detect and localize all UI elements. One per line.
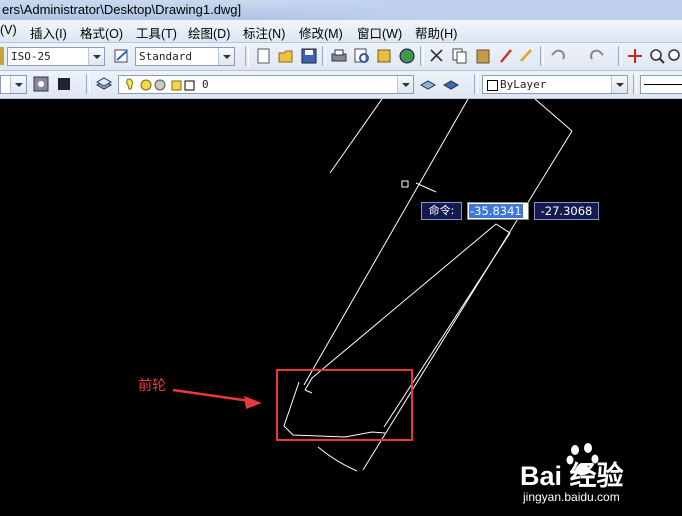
- highlight-box: [276, 369, 413, 441]
- text-style-icon[interactable]: [113, 47, 131, 65]
- drawing-line: [362, 130, 573, 471]
- chevron-down-icon[interactable]: [611, 76, 627, 93]
- separator: [474, 74, 478, 94]
- y-coordinate-input[interactable]: -27.3068: [534, 202, 599, 220]
- separator: [322, 46, 326, 66]
- redo-icon[interactable]: [588, 47, 606, 65]
- baidu-watermark: Bai 经验 jingyan.baidu.com: [520, 442, 680, 512]
- drawing-line: [304, 389, 313, 394]
- command-prompt-label: 命令:: [421, 202, 462, 220]
- open-folder-icon[interactable]: [277, 47, 295, 65]
- dim-style-value: ISO-25: [11, 50, 51, 63]
- block-editor-icon[interactable]: [518, 47, 536, 65]
- linetype-combo[interactable]: [640, 75, 682, 94]
- layers-toolbar: 0 ByLayer: [0, 71, 682, 99]
- drawing-line: [317, 446, 358, 472]
- drawing-line: [303, 99, 469, 386]
- menu-view[interactable]: (V): [0, 23, 17, 37]
- chevron-down-icon[interactable]: [10, 76, 26, 93]
- linetype-sample: [644, 84, 682, 85]
- watermark-brand: Bai 经验: [520, 461, 624, 491]
- x-coordinate-input[interactable]: -35.8341: [467, 202, 529, 220]
- zoom-window-icon[interactable]: [666, 47, 682, 65]
- front-wheel-label: 前轮: [138, 378, 166, 394]
- color-combo[interactable]: ByLayer: [482, 75, 628, 94]
- standard-toolbar: ISO-25 Standard: [0, 43, 682, 71]
- cursor-pickbox: [401, 180, 409, 188]
- print-preview-icon[interactable]: [353, 47, 371, 65]
- watermark-url: jingyan.baidu.com: [523, 490, 620, 504]
- web-icon[interactable]: [398, 47, 416, 65]
- drawing-line: [415, 182, 437, 193]
- color-value: ByLayer: [500, 78, 547, 91]
- title-bar: ers\Administrator\Desktop\Drawing1.dwg]: [0, 0, 682, 21]
- menu-format[interactable]: 格式(O): [80, 23, 123, 42]
- match-properties-icon[interactable]: [497, 47, 515, 65]
- separator: [420, 46, 424, 66]
- menu-tools[interactable]: 工具(T): [136, 23, 177, 42]
- layer-state-icons: [126, 78, 195, 91]
- publish-icon[interactable]: [375, 47, 393, 65]
- menu-modify[interactable]: 修改(M): [299, 23, 343, 42]
- menu-help[interactable]: 帮助(H): [415, 23, 457, 42]
- separator: [86, 74, 90, 94]
- undo-icon[interactable]: [549, 47, 567, 65]
- text-style-value: Standard: [139, 50, 192, 63]
- cut-icon[interactable]: [428, 47, 446, 65]
- paste-icon[interactable]: [474, 47, 492, 65]
- make-current-layer-icon[interactable]: [419, 75, 437, 93]
- separator: [618, 46, 622, 66]
- layer-value: 0: [202, 78, 209, 91]
- menu-bar: (V) 插入(I) 格式(O) 工具(T) 绘图(D) 标注(N) 修改(M) …: [0, 20, 682, 43]
- chevron-down-icon[interactable]: [218, 48, 234, 65]
- drawing-line: [304, 377, 313, 391]
- window-title: ers\Administrator\Desktop\Drawing1.dwg]: [2, 2, 242, 17]
- chevron-down-icon[interactable]: [397, 76, 413, 93]
- menu-dimension[interactable]: 标注(N): [243, 23, 285, 42]
- copy-icon[interactable]: [451, 47, 469, 65]
- layer-properties-icon[interactable]: [95, 75, 113, 93]
- workspace-combo[interactable]: [0, 75, 27, 94]
- print-icon[interactable]: [330, 47, 348, 65]
- drawing-line: [329, 99, 383, 174]
- object-properties-icon[interactable]: [55, 75, 73, 93]
- save-icon[interactable]: [300, 47, 318, 65]
- menu-insert[interactable]: 插入(I): [30, 23, 67, 42]
- color-swatch: [487, 80, 498, 91]
- pan-icon[interactable]: [626, 47, 644, 65]
- menu-draw[interactable]: 绘图(D): [188, 23, 230, 42]
- layer-previous-icon[interactable]: [442, 75, 460, 93]
- new-file-icon[interactable]: [255, 47, 273, 65]
- text-style-combo[interactable]: Standard: [135, 47, 235, 66]
- dim-style-combo[interactable]: ISO-25: [7, 47, 105, 66]
- drawing-line: [534, 99, 573, 132]
- zoom-icon[interactable]: [648, 47, 666, 65]
- layer-combo[interactable]: 0: [118, 75, 414, 94]
- menu-window[interactable]: 窗口(W): [357, 23, 402, 42]
- title-bar-blurred-area: [262, 0, 682, 20]
- separator: [633, 74, 637, 94]
- drawing-line: [283, 381, 386, 438]
- style-icon[interactable]: [0, 47, 4, 65]
- annotation-arrow-line: [172, 388, 251, 403]
- chevron-down-icon[interactable]: [88, 48, 104, 65]
- separator: [245, 46, 249, 66]
- annotation-arrowhead: [244, 396, 262, 409]
- workspace-settings-icon[interactable]: [32, 75, 50, 93]
- x-coordinate-value: -35.8341: [469, 204, 523, 218]
- separator: [540, 46, 544, 66]
